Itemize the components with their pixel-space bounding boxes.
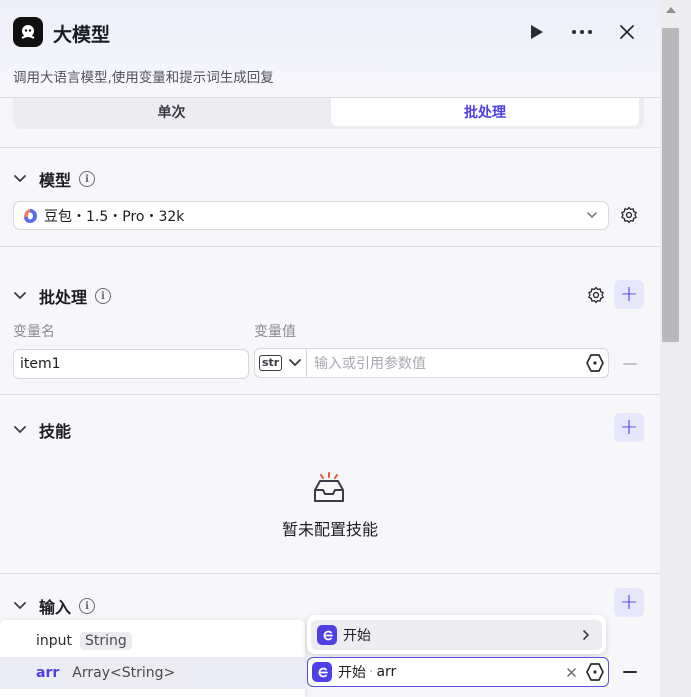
column-header: 变量值 (254, 324, 296, 340)
list-item[interactable]: input String (0, 625, 305, 657)
chevron-down-icon (14, 602, 26, 610)
play-icon (531, 25, 543, 39)
add-icon: + (619, 281, 639, 307)
type-select[interactable]: str (254, 348, 307, 378)
settings-icon (588, 286, 604, 304)
divider (0, 147, 660, 148)
chevron-down-icon (14, 175, 26, 183)
remove-row-button[interactable] (623, 363, 637, 365)
section-title: 输入 (39, 598, 72, 617)
type-badge: String (80, 632, 132, 650)
add-icon: + (619, 414, 639, 440)
section-title: 模型 (39, 171, 72, 190)
chevron-down-icon (14, 426, 26, 434)
variable-icon[interactable] (585, 353, 605, 373)
skills-section-header[interactable]: 技能 (13, 418, 79, 442)
variable-name: input (36, 633, 73, 649)
close-button[interactable] (613, 18, 641, 46)
add-icon: + (619, 589, 639, 615)
reference-node: 开始 (338, 665, 366, 681)
remove-input-button[interactable] (623, 671, 637, 673)
add-input-button[interactable]: + (614, 588, 644, 617)
section-title: 技能 (39, 422, 72, 441)
info-icon[interactable]: i (79, 171, 96, 187)
node-dropdown: 开始 (307, 615, 606, 654)
column-header: 变量名 (13, 324, 55, 340)
divider (0, 394, 660, 395)
clear-icon[interactable] (567, 668, 576, 677)
model-settings-button[interactable] (619, 205, 639, 225)
node-description: 调用大语言模型,使用变量和提示词生成回复 (13, 70, 274, 86)
add-batch-variable-button[interactable]: + (614, 280, 644, 309)
list-item[interactable]: arr Array<String> (0, 657, 305, 689)
node-label: 开始 (343, 628, 371, 644)
divider (0, 573, 660, 574)
start-node-icon (312, 662, 332, 682)
info-icon[interactable]: i (95, 288, 112, 304)
scroll-up-icon[interactable] (666, 7, 676, 13)
add-skill-button[interactable]: + (614, 413, 644, 442)
more-button[interactable] (568, 18, 596, 46)
start-node-icon (317, 625, 337, 645)
scrollbar-thumb[interactable] (662, 28, 679, 342)
reference-input[interactable]: 开始 · arr (307, 657, 609, 687)
chevron-down-icon (14, 292, 26, 300)
variable-name-input[interactable]: item1 (13, 349, 249, 379)
type-badge: Array<String> (67, 664, 181, 682)
more-icon (572, 30, 592, 34)
chevron-down-icon (289, 359, 302, 367)
page-title: 大模型 (53, 24, 111, 46)
run-button[interactable] (523, 18, 551, 46)
variable-icon[interactable] (585, 662, 605, 682)
input-section-header[interactable]: 输入 i (13, 594, 96, 618)
doubao-logo-icon (24, 208, 37, 223)
model-section-header[interactable]: 模型 i (13, 167, 96, 191)
tab-single[interactable]: 单次 (13, 98, 330, 126)
chevron-down-icon (587, 212, 597, 219)
variable-value-input[interactable]: 输入或引用参数值 (307, 348, 609, 378)
settings-icon (621, 206, 637, 224)
section-title: 批处理 (39, 288, 88, 307)
variable-name: arr (36, 665, 60, 681)
value-placeholder: 输入或引用参数值 (314, 356, 426, 372)
close-icon (620, 25, 634, 39)
empty-state-text: 暂未配置技能 (281, 520, 378, 539)
batch-section-header[interactable]: 批处理 i (13, 284, 112, 308)
tab-batch[interactable]: 批处理 (331, 98, 639, 126)
variable-name-value: item1 (20, 356, 61, 372)
divider (0, 246, 660, 247)
empty-tray-icon (314, 472, 344, 502)
info-icon[interactable]: i (79, 598, 96, 614)
model-select[interactable]: 豆包・1.5・Pro・32k (13, 201, 609, 230)
model-name: 豆包・1.5・Pro・32k (44, 208, 185, 225)
node-option-start[interactable]: 开始 (311, 620, 602, 650)
node-avatar-icon (13, 17, 43, 47)
panel-header: 大模型 调用大语言模型,使用变量和提示词生成回复 (0, 0, 660, 98)
chevron-right-icon (583, 630, 590, 640)
type-str-icon: str (259, 355, 283, 371)
batch-settings-button[interactable] (586, 285, 606, 305)
node-config-panel: 大模型 调用大语言模型,使用变量和提示词生成回复 单次 批处理 模型 i 豆包・… (0, 0, 660, 697)
reference-variable: arr (376, 664, 397, 680)
mode-switch: 单次 批处理 (13, 98, 644, 129)
separator: · (369, 664, 374, 680)
variable-dropdown: input String arr Array<String> (0, 620, 305, 697)
